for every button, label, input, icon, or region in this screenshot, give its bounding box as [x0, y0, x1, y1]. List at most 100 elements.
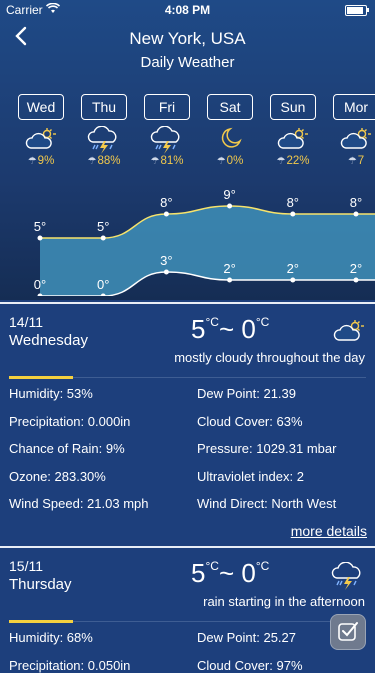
low-temperature-point [163, 269, 169, 275]
day-card: 14/11 Wednesday 5°C~ 0°C mostly cloudy thro… [0, 304, 375, 544]
rain-chance: ☂7 [347, 155, 365, 167]
temp-tilde: ~ [218, 558, 235, 588]
umbrella-icon: ☂ [27, 156, 37, 167]
day-card: 15/11 Thursday 5°C~ 0°C rain starting in th… [0, 548, 375, 673]
detail-item: Dew Point: 21.39 [197, 386, 297, 401]
card-temperature: 5°C~ 0°C [191, 314, 269, 345]
day-tab[interactable]: Sun ☂22% [270, 94, 316, 167]
card-weekday: Wednesday [9, 332, 88, 349]
day-tab[interactable]: Sat ☂0% [207, 94, 253, 167]
high-temperature-label: 5° [34, 219, 46, 234]
partly-cloudy-icon [270, 126, 316, 152]
low-temperature-point [227, 277, 233, 283]
more-details-link[interactable]: more details [291, 523, 367, 539]
card-accent-bar [9, 620, 73, 623]
high-temperature-point [100, 235, 106, 241]
umbrella-icon: ☂ [276, 156, 286, 167]
rain-chance: ☂9% [27, 155, 55, 167]
day-tab-label[interactable]: Sun [270, 94, 316, 120]
low-temperature-point [290, 277, 296, 283]
floating-action-button[interactable] [330, 614, 366, 650]
low-temperature-label: 2° [350, 261, 362, 276]
temp-unit: °C [255, 315, 270, 329]
day-strip[interactable]: Wed ☂9% Thu ☂88% Fri ☂81% Sat ☂0% Sun ☂22% Mor ☂7 [0, 94, 375, 184]
day-tab[interactable]: Wed ☂9% [18, 94, 64, 167]
detail-item: Cloud Cover: 63% [197, 413, 303, 429]
temp-tilde: ~ [218, 314, 235, 344]
day-tab-label[interactable]: Mor [333, 94, 375, 120]
low-temperature-label: 2° [223, 261, 235, 276]
rain-chance: ☂81% [150, 155, 184, 167]
status-bar: Carrier 4:08 PM [0, 0, 375, 20]
high-temperature-point [353, 211, 359, 217]
high-temperature-label: 9° [223, 187, 235, 202]
rain-chance: ☂22% [276, 155, 310, 167]
umbrella-icon: ☂ [216, 156, 226, 167]
card-date: 15/11 [9, 558, 43, 574]
card-temperature: 5°C~ 0°C [191, 558, 269, 589]
detail-item: Humidity: 53% [9, 386, 93, 401]
thunderstorm-icon [81, 126, 127, 154]
card-date: 14/11 [9, 314, 43, 330]
card-condition: rain starting in the afternoon [203, 594, 365, 609]
temperature-range-area [40, 206, 375, 296]
high-temperature-label: 5° [97, 219, 109, 234]
checkmark-icon [338, 622, 358, 641]
high-temperature-label: 8° [350, 195, 362, 210]
temp-low: 0 [241, 314, 256, 344]
partly-cloudy-icon [18, 126, 64, 152]
day-tab[interactable]: Mor ☂7 [333, 94, 375, 167]
battery-icon [345, 5, 369, 16]
temperature-chart: 5° 5° 8° 9° 8° 8° 0° 0° 3° 2° 2° 2° [34, 187, 375, 296]
detail-item: Cloud Cover: 97% [197, 657, 303, 673]
detail-item: Chance of Rain: 9% [9, 441, 125, 456]
temp-unit: °C [255, 559, 270, 573]
umbrella-icon: ☂ [347, 156, 357, 167]
detail-item: Dew Point: 25.27 [197, 630, 297, 645]
temp-low: 0 [241, 558, 256, 588]
card-condition: mostly cloudy throughout the day [174, 350, 365, 365]
detail-item: Precipitation: 0.050in [9, 657, 131, 673]
high-temperature-point [290, 211, 296, 217]
thunderstorm-icon [331, 561, 365, 595]
umbrella-icon: ☂ [150, 156, 160, 167]
low-temperature-label: 2° [287, 261, 299, 276]
thunderstorm-icon [144, 126, 190, 154]
temp-high: 5 [191, 558, 206, 588]
detail-item: Ozone: 283.30% [9, 468, 106, 484]
partly-cloudy-icon [333, 126, 375, 152]
high-temperature-point [227, 203, 233, 209]
day-tab[interactable]: Fri ☂81% [144, 94, 190, 167]
day-tab-label[interactable]: Fri [144, 94, 190, 120]
low-temperature-label: 3° [160, 253, 172, 268]
low-temperature-label: 0° [34, 277, 46, 292]
high-temperature-point [37, 235, 43, 241]
page-title: New York, USA [129, 29, 246, 48]
high-temperature-point [163, 211, 169, 217]
umbrella-icon: ☂ [87, 156, 97, 167]
page-subtitle: Daily Weather [140, 54, 235, 71]
status-time: 4:08 PM [164, 3, 211, 17]
rain-chance: ☂0% [216, 155, 244, 167]
moon-icon [207, 126, 253, 152]
high-temperature-label: 8° [160, 195, 172, 210]
day-tab-label[interactable]: Thu [81, 94, 127, 120]
low-temperature-label: 0° [97, 277, 109, 292]
day-tab-label[interactable]: Sat [207, 94, 253, 120]
detail-item: Precipitation: 0.000in [9, 413, 131, 429]
temp-unit: °C [205, 559, 219, 573]
high-temperature-label: 8° [287, 195, 299, 210]
temp-high: 5 [191, 314, 206, 344]
detail-item: Wind Direct: North West [197, 496, 337, 511]
detail-item: Pressure: 1029.31 mbar [197, 441, 337, 456]
detail-item: Ultraviolet index: 2 [197, 468, 304, 484]
day-tab-label[interactable]: Wed [18, 94, 64, 120]
card-weekday: Thursday [9, 576, 72, 593]
detail-item: Wind Speed: 21.03 mph [9, 496, 149, 511]
card-accent-bar [9, 376, 73, 379]
low-temperature-point [353, 277, 359, 283]
detail-item: Humidity: 68% [9, 630, 93, 645]
partly-cloudy-icon [333, 318, 365, 349]
temp-unit: °C [205, 315, 219, 329]
day-tab[interactable]: Thu ☂88% [81, 94, 127, 167]
